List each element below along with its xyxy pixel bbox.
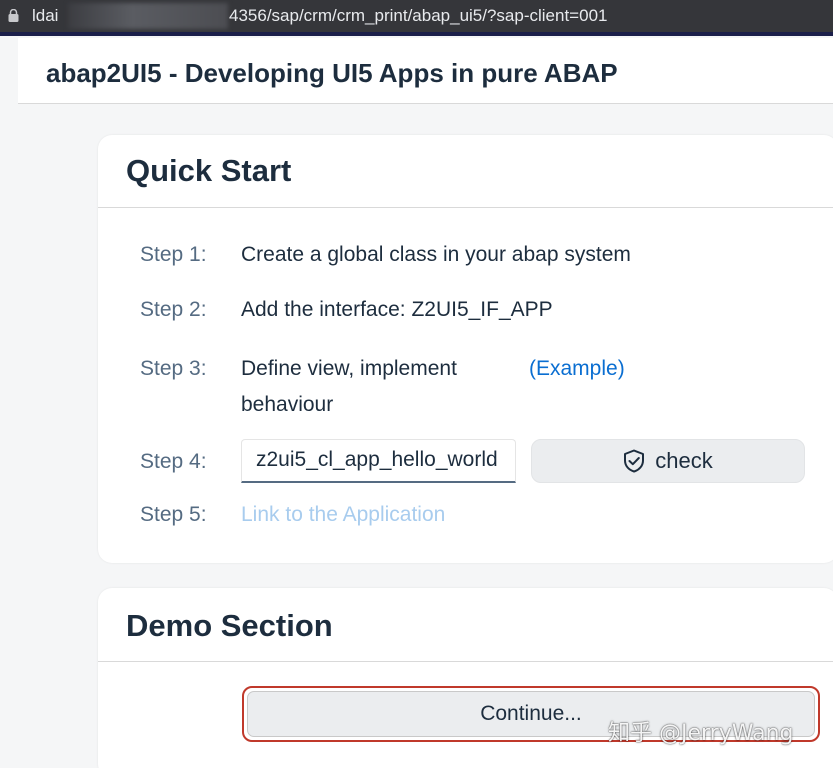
check-button[interactable]: check	[531, 439, 805, 483]
url-redacted-blur	[68, 3, 228, 29]
step-2-text: Add the interface: Z2UI5_IF_APP	[241, 298, 553, 321]
shield-check-icon	[624, 449, 645, 473]
step-3-text-line2: behaviour	[241, 393, 334, 416]
class-name-input[interactable]: z2ui5_cl_app_hello_world	[241, 439, 516, 483]
browser-address-bar[interactable]: ldai 4356/sap/crm/crm_print/abap_ui5/?sa…	[0, 0, 833, 32]
step-1-text: Create a global class in your abap syste…	[241, 243, 631, 266]
step-4-label: Step 4:	[140, 450, 207, 473]
application-link[interactable]: Link to the Application	[241, 503, 445, 527]
step-3-label: Step 3:	[140, 357, 207, 380]
url-path: 4356/sap/crm/crm_print/abap_ui5/?sap-cli…	[229, 6, 608, 25]
demo-section-title: Demo Section	[126, 608, 333, 643]
quick-start-title: Quick Start	[126, 153, 292, 188]
example-link[interactable]: (Example)	[529, 357, 625, 381]
step-2-label: Step 2:	[140, 298, 207, 321]
url-host: ldai	[32, 6, 59, 25]
step-3-text-line1: Define view, implement	[241, 357, 457, 380]
step-1-label: Step 1:	[140, 243, 207, 266]
shell-bar: abap2UI5 - Developing UI5 Apps in pure A…	[18, 38, 833, 104]
lock-icon	[8, 9, 19, 22]
step-5-label: Step 5:	[140, 503, 207, 526]
demo-section-divider	[98, 661, 833, 662]
quick-start-divider	[98, 207, 833, 208]
quick-start-panel: Quick Start Step 1: Create a global clas…	[98, 135, 833, 563]
check-button-label: check	[655, 448, 713, 473]
browser-tab-strip	[0, 32, 833, 36]
watermark: 知乎 @JerryWang	[608, 721, 794, 746]
app-title: abap2UI5 - Developing UI5 Apps in pure A…	[46, 58, 618, 88]
